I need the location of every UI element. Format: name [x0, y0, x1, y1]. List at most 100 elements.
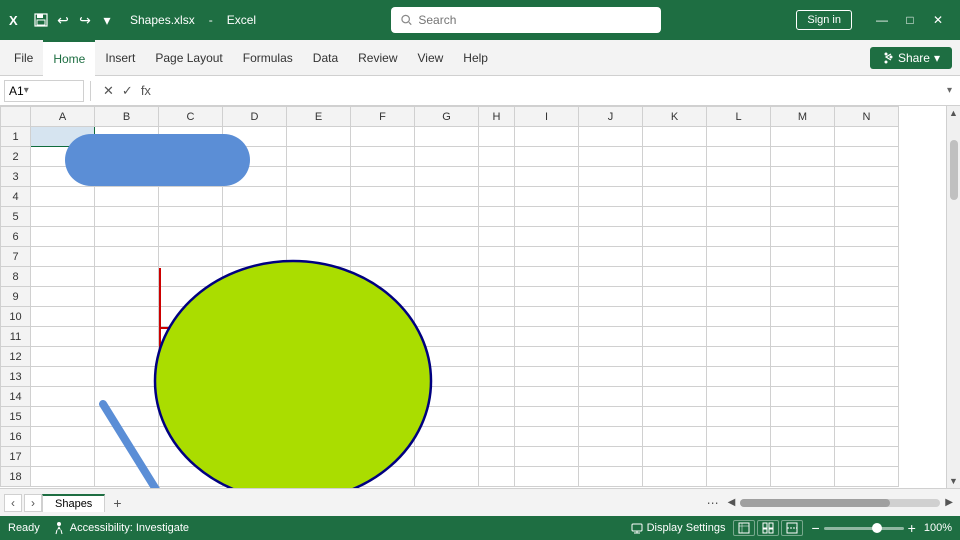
cell-j16[interactable]: [579, 427, 643, 447]
formula-input[interactable]: [161, 80, 939, 102]
scroll-thumb[interactable]: [950, 140, 958, 200]
cell-g4[interactable]: [415, 187, 479, 207]
page-break-view-button[interactable]: [781, 520, 803, 536]
tab-data[interactable]: Data: [303, 40, 348, 76]
cancel-formula-button[interactable]: ✕: [101, 83, 116, 99]
cell-i1[interactable]: [515, 127, 579, 147]
cell-m3[interactable]: [771, 167, 835, 187]
cell-j17[interactable]: [579, 447, 643, 467]
cell-n6[interactable]: [835, 227, 899, 247]
col-header-n[interactable]: N: [835, 107, 899, 127]
cell-c17[interactable]: [159, 447, 223, 467]
cell-l6[interactable]: [707, 227, 771, 247]
tab-review[interactable]: Review: [348, 40, 407, 76]
cell-e4[interactable]: [287, 187, 351, 207]
scroll-down-button[interactable]: ▼: [947, 474, 960, 488]
cell-k2[interactable]: [643, 147, 707, 167]
cell-j14[interactable]: [579, 387, 643, 407]
cell-e2[interactable]: [287, 147, 351, 167]
cell-e12[interactable]: [287, 347, 351, 367]
cell-d1[interactable]: [223, 127, 287, 147]
cell-f16[interactable]: [351, 427, 415, 447]
grid-scroll-area[interactable]: A B C D E F G H I J K L M: [0, 106, 946, 488]
cell-j12[interactable]: [579, 347, 643, 367]
row-header-9[interactable]: 9: [1, 287, 31, 307]
cell-c8[interactable]: [159, 267, 223, 287]
cell-m17[interactable]: [771, 447, 835, 467]
cell-l16[interactable]: [707, 427, 771, 447]
h-scroll-right[interactable]: ▶: [942, 497, 956, 508]
cell-f3[interactable]: [351, 167, 415, 187]
cell-a8[interactable]: [31, 267, 95, 287]
sheet-nav-prev[interactable]: ‹: [4, 494, 22, 512]
zoom-minus[interactable]: −: [811, 520, 819, 536]
cell-m2[interactable]: [771, 147, 835, 167]
cell-b12[interactable]: [95, 347, 159, 367]
cell-a16[interactable]: [31, 427, 95, 447]
cell-i13[interactable]: [515, 367, 579, 387]
cell-g1[interactable]: [415, 127, 479, 147]
row-header-14[interactable]: 14: [1, 387, 31, 407]
cell-k10[interactable]: [643, 307, 707, 327]
cell-k13[interactable]: [643, 367, 707, 387]
row-header-11[interactable]: 11: [1, 327, 31, 347]
cell-d7[interactable]: [223, 247, 287, 267]
col-header-e[interactable]: E: [287, 107, 351, 127]
cell-e14[interactable]: [287, 387, 351, 407]
cell-c3[interactable]: [159, 167, 223, 187]
cell-k14[interactable]: [643, 387, 707, 407]
cell-l3[interactable]: [707, 167, 771, 187]
page-layout-view-button[interactable]: [757, 520, 779, 536]
search-input[interactable]: [418, 13, 651, 27]
cell-e5[interactable]: [287, 207, 351, 227]
cell-n3[interactable]: [835, 167, 899, 187]
cell-e16[interactable]: [287, 427, 351, 447]
cell-g10[interactable]: [415, 307, 479, 327]
redo-icon[interactable]: ↪: [76, 11, 94, 29]
col-header-j[interactable]: J: [579, 107, 643, 127]
col-header-h[interactable]: H: [479, 107, 515, 127]
cell-j1[interactable]: [579, 127, 643, 147]
cell-g2[interactable]: [415, 147, 479, 167]
cell-i18[interactable]: [515, 467, 579, 487]
minimize-button[interactable]: —: [868, 6, 896, 34]
col-header-b[interactable]: B: [95, 107, 159, 127]
cell-j9[interactable]: [579, 287, 643, 307]
cell-n4[interactable]: [835, 187, 899, 207]
cell-i12[interactable]: [515, 347, 579, 367]
cell-a17[interactable]: [31, 447, 95, 467]
cell-b11[interactable]: [95, 327, 159, 347]
cell-e17[interactable]: [287, 447, 351, 467]
cell-i9[interactable]: [515, 287, 579, 307]
cell-j7[interactable]: [579, 247, 643, 267]
accessibility-section[interactable]: Accessibility: Investigate: [52, 521, 189, 535]
share-button[interactable]: Share ▾: [870, 47, 952, 69]
tab-page-layout[interactable]: Page Layout: [145, 40, 232, 76]
cell-k16[interactable]: [643, 427, 707, 447]
cell-d10[interactable]: [223, 307, 287, 327]
cell-a3[interactable]: [31, 167, 95, 187]
cell-a4[interactable]: [31, 187, 95, 207]
cell-h17[interactable]: [479, 447, 515, 467]
cell-c16[interactable]: [159, 427, 223, 447]
cell-e7[interactable]: [287, 247, 351, 267]
cell-m13[interactable]: [771, 367, 835, 387]
cell-b8[interactable]: [95, 267, 159, 287]
cell-d6[interactable]: [223, 227, 287, 247]
fx-button[interactable]: fx: [139, 83, 153, 98]
cell-m1[interactable]: [771, 127, 835, 147]
cell-j18[interactable]: [579, 467, 643, 487]
row-header-3[interactable]: 3: [1, 167, 31, 187]
cell-f7[interactable]: [351, 247, 415, 267]
cell-g15[interactable]: [415, 407, 479, 427]
add-sheet-button[interactable]: +: [105, 493, 129, 513]
col-header-m[interactable]: M: [771, 107, 835, 127]
cell-g18[interactable]: [415, 467, 479, 487]
cell-k12[interactable]: [643, 347, 707, 367]
cell-m18[interactable]: [771, 467, 835, 487]
cell-e3[interactable]: [287, 167, 351, 187]
cell-m10[interactable]: [771, 307, 835, 327]
cell-g5[interactable]: [415, 207, 479, 227]
cell-n13[interactable]: [835, 367, 899, 387]
row-header-18[interactable]: 18: [1, 467, 31, 487]
